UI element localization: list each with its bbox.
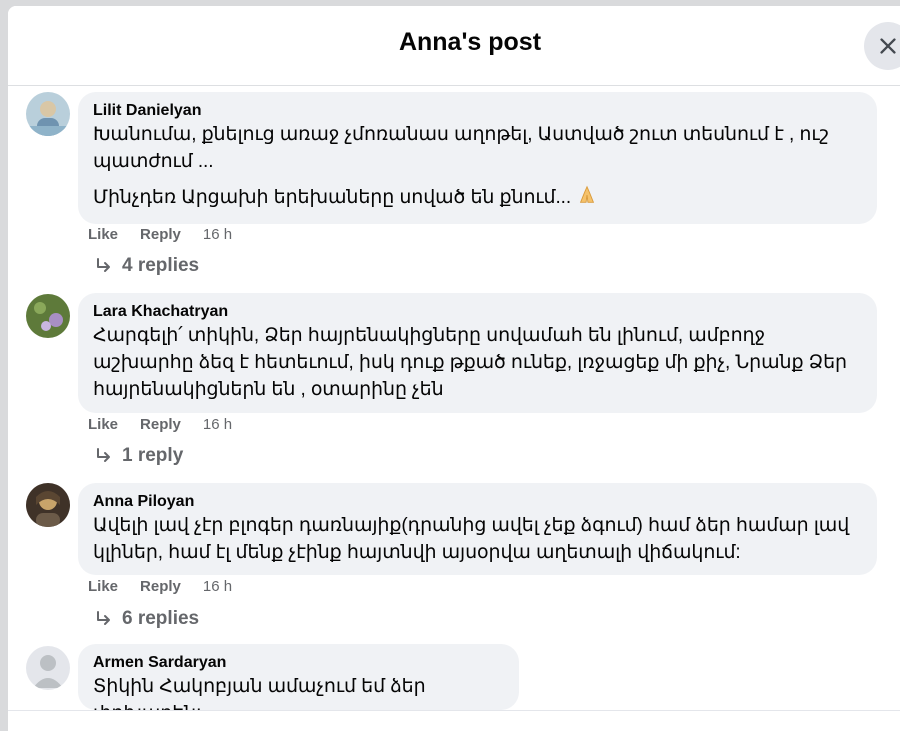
modal-title: Anna's post (398, 28, 542, 56)
reply-button[interactable]: Reply (140, 416, 181, 433)
avatar[interactable] (26, 483, 70, 527)
comment-text-second: Մինչդեռ Արցախի երեխաները սոված են քնում.… (93, 184, 863, 211)
comment-text: Ավելի լավ չէր բլոգեր դառնայիք(դրանից ավե… (93, 515, 850, 563)
comment-bubble: Armen Sardaryan Տիկին Հակոբյան ամաչում ե… (78, 644, 519, 724)
comment-author[interactable]: Anna Piloyan (93, 492, 863, 512)
like-button[interactable]: Like (88, 578, 118, 595)
avatar[interactable] (26, 294, 70, 338)
reply-button[interactable]: Reply (140, 578, 181, 595)
comment-timestamp[interactable]: 16 h (203, 416, 232, 433)
comment-composer-area (8, 710, 900, 731)
comment-author[interactable]: Lara Khachatryan (93, 302, 863, 322)
reply-arrow-icon (97, 448, 110, 462)
comment-actions: Like Reply 16 h (88, 578, 254, 595)
reply-arrow-icon (97, 258, 110, 272)
avatar[interactable] (26, 92, 70, 136)
view-replies-button[interactable]: 6 replies (94, 608, 199, 630)
close-button[interactable] (864, 22, 900, 70)
comment-author[interactable]: Lilit Danielyan (93, 101, 863, 121)
reply-arrow-icon (97, 611, 110, 625)
replies-count: 4 replies (122, 255, 200, 276)
comment-bubble: Lara Khachatryan Հարգելի՛ տիկին, Ձեր հայ… (78, 293, 877, 413)
post-modal: Anna's post Lilit Danielyan Խանումա, քնե… (8, 6, 900, 731)
comment-actions: Like Reply 16 h (88, 416, 254, 433)
comment-timestamp[interactable]: 16 h (203, 226, 232, 243)
view-replies-button[interactable]: 1 reply (94, 445, 183, 467)
comment-text: Խանումա, քնելուց առաջ չմոռանաս աղոթել, Ա… (93, 124, 829, 172)
avatar[interactable] (26, 646, 70, 690)
comment-author[interactable]: Armen Sardaryan (93, 653, 505, 673)
replies-count: 1 reply (122, 445, 184, 466)
comment-timestamp[interactable]: 16 h (203, 578, 232, 595)
replies-count: 6 replies (122, 608, 200, 629)
like-button[interactable]: Like (88, 416, 118, 433)
reply-button[interactable]: Reply (140, 226, 181, 243)
view-replies-button[interactable]: 4 replies (94, 255, 199, 277)
comment-actions: Like Reply 16 h (88, 226, 254, 243)
comment-bubble: Anna Piloyan Ավելի լավ չէր բլոգեր դառնայ… (78, 483, 877, 575)
modal-header: Anna's post (8, 6, 900, 86)
comment-text-second-content: Մինչդեռ Արցախի երեխաները սոված են քնում.… (93, 187, 572, 208)
close-icon (880, 38, 896, 54)
comment-bubble: Lilit Danielyan Խանումա, քնելուց առաջ չմ… (78, 92, 877, 224)
like-button[interactable]: Like (88, 226, 118, 243)
folded-hands-icon (580, 185, 595, 203)
comment-text: Հարգելի՛ տիկին, Ձեր հայրենակիցները սովամ… (93, 325, 847, 400)
